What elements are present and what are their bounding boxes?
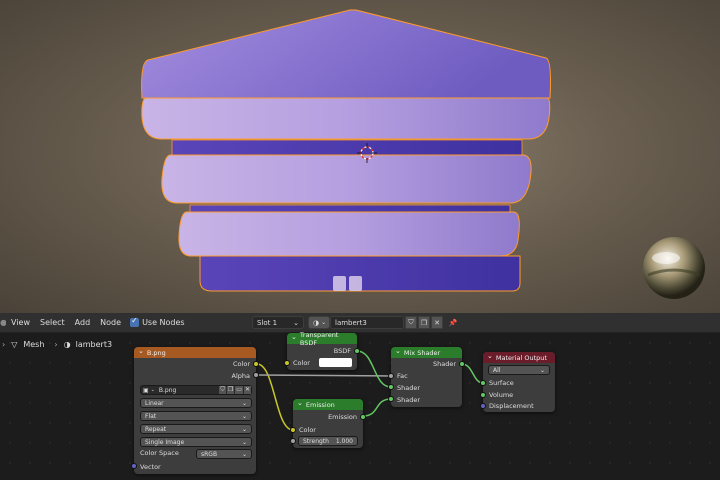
image-selector[interactable]: ▣ ⌄ B.png ⛉ ❐ ▭ ✕ (140, 385, 252, 395)
node-header[interactable]: B.png (134, 347, 256, 358)
node-title: Mix Shader (403, 348, 441, 357)
material-output-node[interactable]: Material Output All ⌄ Surface Volume Disp… (480, 352, 555, 412)
source-value: Single Image (145, 438, 185, 446)
output-emission-label: Emission (328, 413, 357, 421)
color-swatch[interactable] (319, 358, 352, 367)
interpolation-value: Linear (145, 399, 164, 407)
output-alpha-label: Alpha (231, 372, 250, 380)
input-surface-socket[interactable] (480, 380, 486, 386)
chevron-down-icon: ⌄ (539, 366, 545, 374)
node-title: Material Output (495, 353, 547, 362)
output-bsdf-label: BSDF (333, 347, 351, 355)
input-shader2-label: Shader (397, 396, 421, 404)
chevron-down-icon: ⌄ (241, 425, 247, 433)
node-title: Emission (305, 400, 335, 409)
output-color-label: Color (233, 360, 250, 368)
input-surface-label: Surface (489, 379, 514, 387)
open-folder-icon[interactable]: ▭ (235, 386, 243, 394)
node-title: Transparent BSDF (299, 330, 339, 347)
node-links (256, 350, 484, 431)
input-shader1-label: Shader (397, 384, 421, 392)
output-color-socket[interactable] (253, 361, 259, 367)
input-volume-socket[interactable] (480, 392, 486, 398)
hdri-preview-sphere-icon (643, 237, 705, 299)
input-shader2-socket[interactable] (388, 396, 394, 402)
input-shader1-socket[interactable] (388, 384, 394, 390)
shader-node-editor[interactable]: ● View Select Add Node Use Nodes Slot 1 … (0, 313, 720, 480)
color-space-dropdown[interactable]: sRGB ⌄ (196, 449, 252, 459)
input-fac-label: Fac (397, 372, 408, 380)
strength-field[interactable]: Strength 1.000 (298, 436, 358, 446)
output-bsdf-socket[interactable] (354, 348, 360, 354)
output-alpha-socket[interactable] (253, 372, 259, 378)
projection-dropdown[interactable]: Flat ⌄ (140, 411, 252, 421)
chevron-down-icon: ⌄ (241, 438, 247, 446)
image-file-name: B.png (158, 386, 177, 394)
input-color-label: Color (299, 426, 316, 434)
input-fac-socket[interactable] (388, 373, 394, 379)
image-icon: ▣ (143, 386, 149, 394)
input-color-socket[interactable] (284, 360, 290, 366)
input-color-socket[interactable] (290, 427, 296, 433)
input-strength-socket[interactable] (290, 438, 296, 444)
fake-user-shield-icon[interactable]: ⛉ (219, 386, 226, 394)
node-header[interactable]: Material Output (483, 352, 555, 363)
interpolation-dropdown[interactable]: Linear ⌄ (140, 398, 252, 408)
emission-node[interactable]: Emission Emission Color Strength 1.000 (290, 399, 366, 448)
color-space-label: Color Space (140, 449, 179, 457)
3d-viewport[interactable] (0, 0, 720, 313)
chevron-down-icon: ⌄ (150, 387, 155, 393)
input-displacement-socket[interactable] (480, 403, 486, 409)
chevron-down-icon: ⌄ (241, 412, 247, 420)
color-space-value: sRGB (201, 450, 218, 458)
chevron-down-icon: ⌄ (241, 399, 247, 407)
source-dropdown[interactable]: Single Image ⌄ (140, 437, 252, 447)
input-vector-label: Vector (140, 463, 161, 471)
transparent-bsdf-node[interactable]: Transparent BSDF BSDF Color (284, 330, 360, 370)
chevron-down-icon: ⌄ (241, 450, 247, 458)
node-title: B.png (146, 348, 166, 357)
selected-mesh[interactable] (141, 9, 551, 292)
target-value: All (493, 366, 501, 374)
node-header[interactable]: Emission (293, 399, 363, 410)
output-emission-socket[interactable] (360, 414, 366, 420)
node-header[interactable]: Mix Shader (391, 347, 462, 358)
output-shader-socket[interactable] (459, 361, 465, 367)
strength-value: 1.000 (335, 437, 353, 445)
input-volume-label: Volume (489, 391, 514, 399)
node-header[interactable]: Transparent BSDF (287, 330, 357, 347)
input-color-label: Color (293, 359, 310, 367)
projection-value: Flat (145, 412, 157, 420)
output-shader-label: Shader (432, 360, 456, 368)
input-vector-socket[interactable] (131, 463, 137, 469)
extension-value: Repeat (145, 425, 167, 433)
image-texture-node[interactable]: B.png Color Alpha ▣ ⌄ B.png ⛉ ❐ ▭ ✕ Line… (131, 347, 259, 474)
mix-shader-node[interactable]: Mix Shader Shader Fac Shader Shader (388, 347, 465, 407)
unlink-close-icon[interactable]: ✕ (243, 386, 251, 394)
extension-dropdown[interactable]: Repeat ⌄ (140, 424, 252, 434)
duplicate-icon[interactable]: ❐ (226, 386, 235, 394)
strength-label: Strength (303, 437, 329, 445)
target-dropdown[interactable]: All ⌄ (488, 365, 550, 375)
input-displacement-label: Displacement (489, 402, 534, 410)
